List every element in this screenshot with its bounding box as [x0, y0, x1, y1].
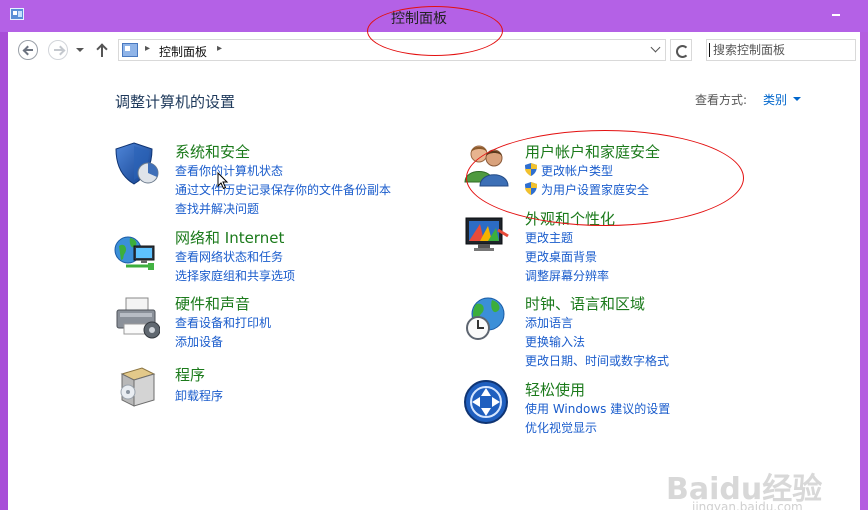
link-troubleshoot[interactable]: 查找并解决问题 — [175, 200, 259, 217]
text-cursor — [709, 43, 710, 57]
monitor-palette-icon[interactable] — [462, 210, 510, 258]
shield-icon[interactable] — [112, 140, 160, 188]
minimize-button[interactable] — [826, 4, 846, 22]
window-border — [0, 32, 8, 510]
page-title: 调整计算机的设置 — [115, 93, 236, 111]
refresh-button[interactable] — [670, 39, 692, 61]
link-change-input-method[interactable]: 更换输入法 — [525, 333, 585, 350]
category-ease-of-access-title[interactable]: 轻松使用 — [525, 379, 585, 400]
link-optimize-visual-display[interactable]: 优化视觉显示 — [525, 419, 597, 436]
chevron-down-icon[interactable] — [650, 42, 661, 53]
link-file-history-backup[interactable]: 通过文件历史记录保存你的文件备份副本 — [175, 181, 391, 198]
network-globe-icon[interactable] — [112, 228, 160, 276]
view-by-label: 查看方式: — [695, 93, 748, 107]
printer-icon[interactable] — [112, 294, 160, 342]
mouse-pointer-icon — [217, 172, 229, 190]
link-view-computer-status[interactable]: 查看你的计算机状态 — [175, 162, 283, 179]
baidu-watermark-url: jingyan.baidu.com — [692, 500, 803, 510]
link-adjust-resolution[interactable]: 调整屏幕分辨率 — [525, 267, 609, 284]
chevron-down-icon[interactable] — [793, 97, 801, 101]
category-network-internet-title[interactable]: 网络和 Internet — [175, 227, 284, 248]
category-programs-title[interactable]: 程序 — [175, 364, 205, 385]
link-change-theme[interactable]: 更改主题 — [525, 229, 573, 246]
programs-box-icon[interactable] — [112, 362, 160, 410]
view-by-dropdown[interactable]: 类别 — [763, 91, 787, 108]
globe-clock-icon[interactable] — [462, 294, 510, 342]
link-view-network-status[interactable]: 查看网络状态和任务 — [175, 248, 283, 265]
breadcrumb-separator[interactable]: ▸ — [217, 43, 222, 54]
breadcrumb-control-panel[interactable]: 控制面板 — [159, 43, 207, 60]
ease-of-access-icon[interactable] — [462, 378, 510, 426]
recent-locations-button[interactable] — [76, 48, 84, 52]
breadcrumb-separator[interactable]: ▸ — [145, 43, 150, 54]
link-devices-printers[interactable]: 查看设备和打印机 — [175, 314, 271, 331]
link-add-device[interactable]: 添加设备 — [175, 333, 223, 350]
category-clock-language-title[interactable]: 时钟、语言和区域 — [525, 293, 645, 314]
annotation-ellipse-title — [367, 6, 503, 56]
up-button[interactable] — [96, 42, 108, 58]
category-hardware-sound-title[interactable]: 硬件和声音 — [175, 293, 250, 314]
control-panel-icon — [122, 43, 138, 57]
link-add-language[interactable]: 添加语言 — [525, 314, 573, 331]
link-homegroup-sharing[interactable]: 选择家庭组和共享选项 — [175, 267, 295, 284]
annotation-ellipse-user-accounts — [466, 130, 744, 226]
link-change-desktop-background[interactable]: 更改桌面背景 — [525, 248, 597, 265]
link-change-date-time-format[interactable]: 更改日期、时间或数字格式 — [525, 352, 669, 369]
search-input[interactable] — [706, 39, 856, 61]
forward-button[interactable] — [48, 40, 68, 60]
back-button[interactable] — [18, 40, 38, 60]
category-system-security-title[interactable]: 系统和安全 — [175, 141, 250, 162]
link-uninstall-program[interactable]: 卸载程序 — [175, 387, 223, 404]
link-recommended-settings[interactable]: 使用 Windows 建议的设置 — [525, 400, 670, 417]
control-panel-window: ▸ 控制面板 ▸ 调整计算机的设置 查看方式: 类别 系统和安全 查看你的计算机… — [8, 32, 860, 510]
